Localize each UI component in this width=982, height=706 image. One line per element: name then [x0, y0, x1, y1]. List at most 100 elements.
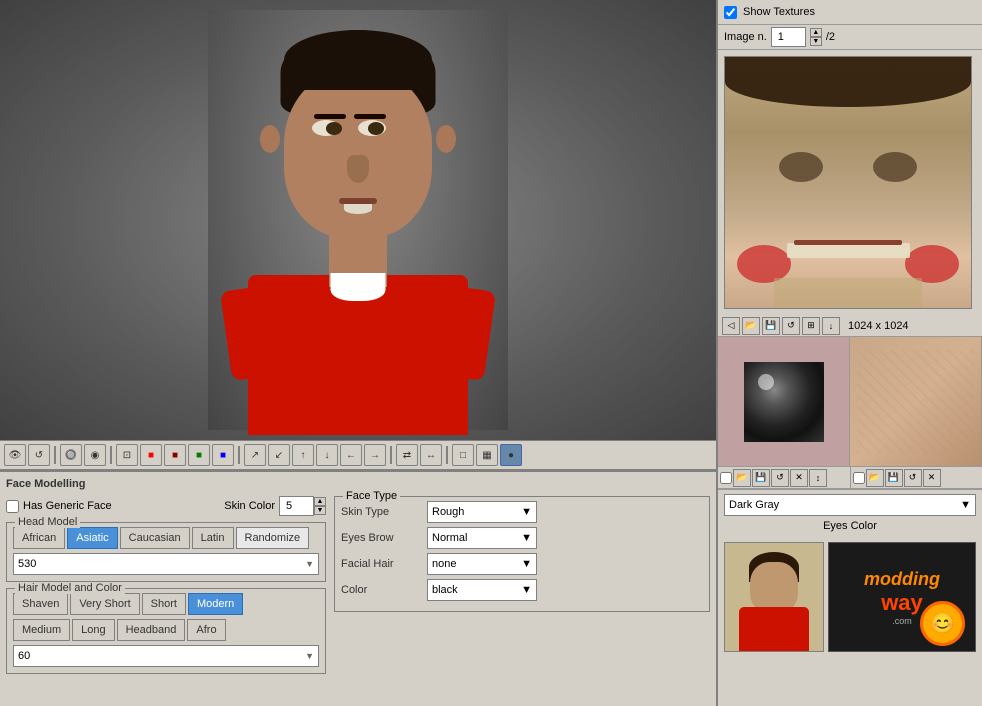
- eyes-brow-arrow: ▼: [521, 532, 532, 544]
- facial-hair-arrow: ▼: [521, 558, 532, 570]
- skin-color-spinner[interactable]: ▲ ▼: [314, 497, 326, 515]
- facial-hair-dropdown[interactable]: none ▼: [427, 553, 537, 575]
- short-btn[interactable]: Short: [142, 593, 186, 615]
- thumb-check-1[interactable]: [720, 472, 732, 484]
- arrow-down-left-btn[interactable]: ↙: [268, 444, 290, 466]
- caucasian-btn[interactable]: Caucasian: [120, 527, 190, 549]
- thumb-btn-4[interactable]: ✕: [790, 469, 808, 487]
- skin-color-down[interactable]: ▼: [314, 506, 326, 515]
- color-row: Color black ▼: [341, 579, 703, 601]
- thumb-btn-6[interactable]: 📂: [866, 469, 884, 487]
- skin-type-arrow: ▼: [521, 506, 532, 518]
- skin-type-row: Skin Type Rough ▼: [341, 501, 703, 523]
- arrow-down-btn[interactable]: ↓: [316, 444, 338, 466]
- modern-btn[interactable]: Modern: [188, 593, 243, 615]
- image-num-spinner[interactable]: ▲ ▼: [810, 28, 822, 46]
- hair-model-dropdown[interactable]: 60 ▼: [13, 645, 319, 667]
- shaven-btn[interactable]: Shaven: [13, 593, 68, 615]
- skin-type-dropdown[interactable]: Rough ▼: [427, 501, 537, 523]
- hair-row1-btn-group: Shaven Very Short Short Modern: [13, 593, 319, 615]
- toolbar-sep-1: [54, 446, 56, 464]
- face-texture-display: [724, 56, 972, 309]
- asiatic-btn[interactable]: Asiatic: [67, 527, 117, 549]
- right-controls: Face Type Skin Type Rough ▼ Eyes Brow: [334, 496, 710, 680]
- latin-btn[interactable]: Latin: [192, 527, 234, 549]
- export-empty-btn[interactable]: □: [452, 444, 474, 466]
- thumb-btn-9[interactable]: ✕: [923, 469, 941, 487]
- long-btn[interactable]: Long: [72, 619, 114, 641]
- skin-color-up[interactable]: ▲: [314, 497, 326, 506]
- red-btn-2[interactable]: ■: [164, 444, 186, 466]
- image-num-row: Image n. ▲ ▼ /2: [718, 25, 982, 50]
- head-model-group: Head Model African Asiatic Caucasian Lat…: [6, 522, 326, 582]
- thumb-btn-2[interactable]: 💾: [752, 469, 770, 487]
- thumb-btn-5[interactable]: ↕: [809, 469, 827, 487]
- toolbar-sep-4: [390, 446, 392, 464]
- hair-model-group: Hair Model and Color Shaven Very Short S…: [6, 588, 326, 674]
- arrow-right-btn[interactable]: →: [364, 444, 386, 466]
- tex-btn-4[interactable]: ↺: [782, 317, 800, 335]
- image-num-up[interactable]: ▲: [810, 28, 822, 37]
- tex-btn-1[interactable]: ◁: [722, 317, 740, 335]
- color-arrow: ▼: [521, 584, 532, 596]
- head-btn[interactable]: 🔘: [60, 444, 82, 466]
- thumb-btn-7[interactable]: 💾: [885, 469, 903, 487]
- rotate-btn[interactable]: ↺: [28, 444, 50, 466]
- tex-btn-2[interactable]: 📂: [742, 317, 760, 335]
- tex-btn-3[interactable]: 💾: [762, 317, 780, 335]
- thumb-btn-8[interactable]: ↺: [904, 469, 922, 487]
- panel-title: Face Modelling: [6, 478, 710, 490]
- thumb-check-2[interactable]: [853, 472, 865, 484]
- thumb-toolbars-row: 📂 💾 ↺ ✕ ↕ 📂 💾 ↺ ✕: [718, 467, 982, 490]
- toolbar-sep-3: [238, 446, 240, 464]
- swap-btn[interactable]: ⇄: [396, 444, 418, 466]
- thumb-btn-1[interactable]: 📂: [733, 469, 751, 487]
- randomize-btn[interactable]: Randomize: [236, 527, 310, 549]
- active-mode-btn[interactable]: ●: [500, 444, 522, 466]
- skin-thumbnail: [850, 337, 982, 466]
- tex-btn-5[interactable]: ⊞: [802, 317, 820, 335]
- show-textures-bar: Show Textures: [718, 0, 982, 25]
- image-num-down[interactable]: ▼: [810, 37, 822, 46]
- image-n-label: Image n.: [724, 31, 767, 43]
- head-model-dropdown[interactable]: 530 ▼: [13, 553, 319, 575]
- eyes-brow-dropdown[interactable]: Normal ▼: [427, 527, 537, 549]
- red-btn-1[interactable]: ■: [140, 444, 162, 466]
- thumb-btn-3[interactable]: ↺: [771, 469, 789, 487]
- head-dropdown-arrow: ▼: [305, 559, 314, 569]
- skin-color-input[interactable]: [279, 496, 314, 516]
- headband-btn[interactable]: Headband: [117, 619, 186, 641]
- color-dropdown[interactable]: black ▼: [427, 579, 537, 601]
- texture-toolbar: ◁ 📂 💾 ↺ ⊞ ↓ 1024 x 1024: [718, 315, 982, 337]
- arrow-left-btn[interactable]: ←: [340, 444, 362, 466]
- show-textures-checkbox[interactable]: [724, 6, 737, 19]
- toolbar-sep-5: [446, 446, 448, 464]
- hair-row2-btn-group: Medium Long Headband Afro: [13, 619, 319, 641]
- facial-hair-row: Facial Hair none ▼: [341, 553, 703, 575]
- blue-btn[interactable]: ■: [212, 444, 234, 466]
- has-generic-face-label[interactable]: Has Generic Face: [6, 500, 112, 513]
- arrow-up-btn[interactable]: ↑: [292, 444, 314, 466]
- toolbar-sep-2: [110, 446, 112, 464]
- medium-btn[interactable]: Medium: [13, 619, 70, 641]
- arrow-up-right-btn[interactable]: ↗: [244, 444, 266, 466]
- thumbnail-row: [718, 337, 982, 467]
- skin-color-row: Skin Color ▲ ▼: [224, 496, 326, 516]
- image-total-label: /2: [826, 31, 835, 43]
- eyes-color-label: Eyes Color: [718, 520, 982, 536]
- african-btn[interactable]: African: [13, 527, 65, 549]
- expand-btn[interactable]: ↔: [420, 444, 442, 466]
- eye-toggle-btn[interactable]: 👁: [4, 444, 26, 466]
- image-num-input[interactable]: [771, 27, 806, 47]
- viewport: 👁 ↺ 🔘 ◉ ⊡ ■ ■ ■ ■ ↗ ↙ ↑ ↓ ← → ⇄ ↔ □ ▦ ●: [0, 0, 716, 706]
- tex-btn-6[interactable]: ↓: [822, 317, 840, 335]
- has-generic-face-checkbox[interactable]: [6, 500, 19, 513]
- face-btn[interactable]: ◉: [84, 444, 106, 466]
- tool-box-btn[interactable]: ⊡: [116, 444, 138, 466]
- afro-btn[interactable]: Afro: [187, 619, 225, 641]
- green-btn[interactable]: ■: [188, 444, 210, 466]
- export-grid-btn[interactable]: ▦: [476, 444, 498, 466]
- eyes-brow-row: Eyes Brow Normal ▼: [341, 527, 703, 549]
- very-short-btn[interactable]: Very Short: [70, 593, 139, 615]
- eyes-color-dropdown[interactable]: Dark Gray ▼: [724, 494, 976, 516]
